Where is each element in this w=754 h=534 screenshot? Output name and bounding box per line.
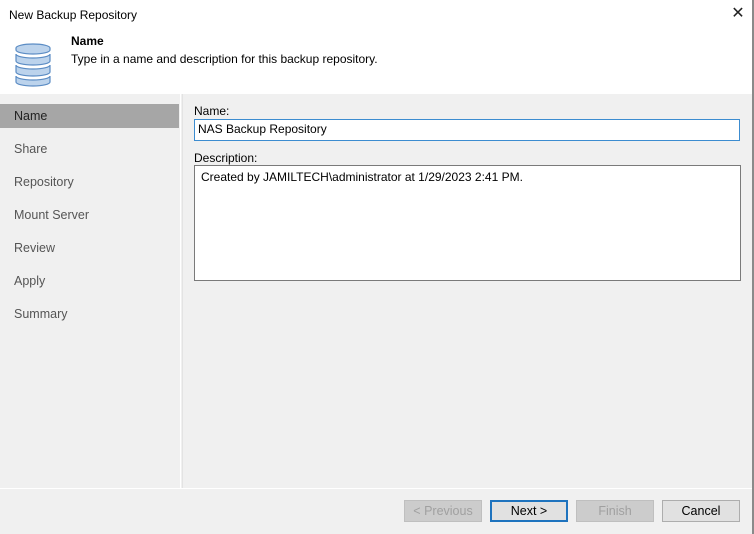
window-title: New Backup Repository [9, 8, 138, 22]
wizard-header: New Backup Repository ✕ Name Type in a n… [0, 0, 752, 94]
footer-divider [0, 488, 752, 489]
step-title: Name [71, 34, 104, 48]
wizard-steps: Name Share Repository Mount Server Revie… [0, 94, 183, 488]
name-label: Name: [194, 104, 230, 118]
step-review[interactable]: Review [0, 236, 179, 260]
next-button[interactable]: Next > [490, 500, 568, 522]
name-input[interactable]: NAS Backup Repository [194, 119, 740, 141]
step-share[interactable]: Share [0, 137, 179, 161]
finish-button[interactable]: Finish [576, 500, 654, 522]
description-textarea[interactable]: Created by JAMILTECH\administrator at 1/… [194, 165, 741, 281]
wizard-content: Name: NAS Backup Repository Description:… [183, 94, 752, 488]
step-apply[interactable]: Apply [0, 269, 179, 293]
database-icon [15, 43, 51, 87]
step-description: Type in a name and description for this … [71, 52, 378, 66]
step-mount-server[interactable]: Mount Server [0, 203, 179, 227]
wizard-window: New Backup Repository ✕ Name Type in a n… [0, 0, 754, 534]
close-icon[interactable]: ✕ [728, 4, 748, 24]
step-name[interactable]: Name [0, 104, 179, 128]
description-label: Description: [194, 151, 258, 165]
step-summary[interactable]: Summary [0, 302, 179, 326]
cancel-button[interactable]: Cancel [662, 500, 740, 522]
previous-button[interactable]: < Previous [404, 500, 482, 522]
step-repository[interactable]: Repository [0, 170, 179, 194]
